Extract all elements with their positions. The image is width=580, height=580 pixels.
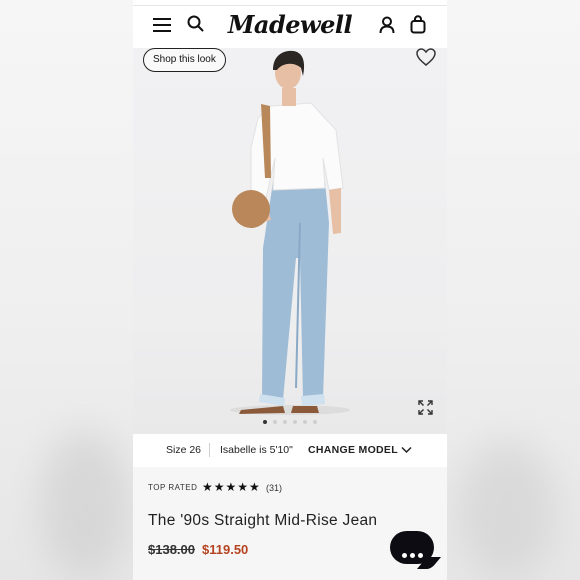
top-navigation-bar: Madewell — [133, 5, 447, 49]
model-size: Size 26 — [166, 444, 202, 456]
right-backdrop — [447, 0, 580, 580]
left-backdrop — [0, 0, 133, 580]
carousel-dots — [133, 420, 447, 424]
sale-price: $119.50 — [202, 542, 249, 557]
model-photo — [230, 50, 350, 415]
carousel-dot[interactable] — [303, 420, 307, 424]
model-height: Isabelle is 5'10" — [220, 444, 293, 456]
phone-screen: Madewell Shop this look Size 26 Isabelle… — [133, 0, 447, 580]
account-icon[interactable] — [379, 16, 395, 39]
shopping-bag-icon[interactable] — [410, 15, 426, 39]
carousel-dot[interactable] — [293, 420, 297, 424]
change-model-button[interactable]: CHANGE MODEL — [308, 444, 398, 456]
carousel-dot[interactable] — [283, 420, 287, 424]
carousel-dot[interactable] — [263, 420, 267, 424]
divider — [209, 443, 210, 457]
carousel-dot[interactable] — [313, 420, 317, 424]
brand-logo[interactable]: Madewell — [133, 10, 447, 39]
product-title: The '90s Straight Mid-Rise Jean — [148, 512, 378, 529]
product-image-carousel[interactable]: Shop this look — [133, 48, 447, 434]
carousel-dot[interactable] — [273, 420, 277, 424]
top-rated-badge: TOP RATED — [148, 483, 198, 492]
chat-bubble-icon[interactable] — [390, 531, 434, 564]
expand-icon[interactable] — [418, 400, 433, 420]
heart-icon[interactable] — [415, 46, 437, 73]
model-info-bar: Size 26 Isabelle is 5'10" CHANGE MODEL — [133, 434, 447, 467]
chevron-down-icon[interactable] — [401, 445, 412, 457]
review-count[interactable]: (31) — [266, 483, 282, 493]
shop-this-look-button[interactable]: Shop this look — [143, 48, 226, 72]
original-price: $138.00 — [148, 542, 195, 557]
product-info: TOP RATED ★★★★★ (31) The '90s Straight M… — [133, 467, 447, 580]
star-rating[interactable]: ★★★★★ — [202, 480, 261, 494]
